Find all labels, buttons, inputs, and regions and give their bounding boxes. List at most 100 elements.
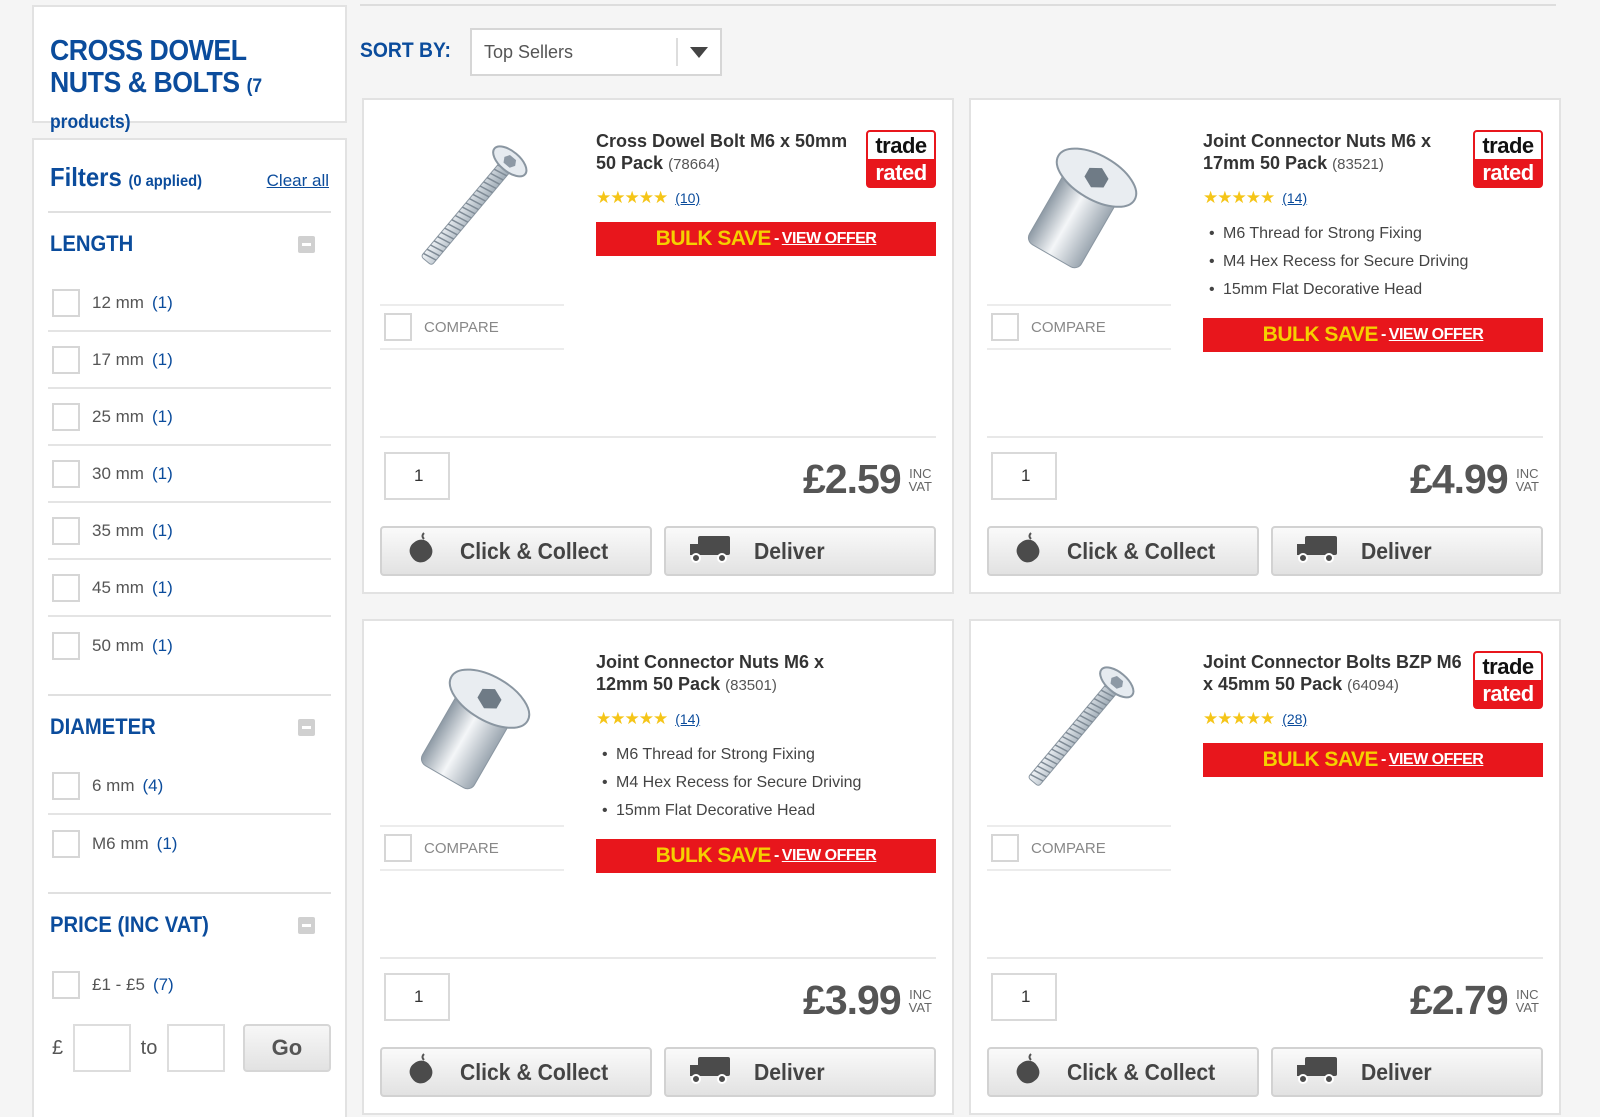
bulk-save-label: BULK SAVE [1262,323,1379,346]
compare-checkbox[interactable] [991,313,1019,341]
deliver-label: Deliver [754,1058,825,1085]
filters-title-text: Filters [50,162,122,192]
filter-checkbox[interactable] [52,829,80,858]
filter-checkbox[interactable] [52,573,80,602]
bulk-save-label: BULK SAVE [655,844,772,867]
collapse-icon[interactable] [298,718,315,736]
product-price: £2.59 INC VAT [803,456,932,503]
quantity-input[interactable]: 1 [384,973,450,1021]
filter-option[interactable]: M6 mm (1) [48,815,331,872]
filters-applied-count: (0 applied) [128,173,203,190]
filter-option[interactable]: 6 mm (4) [48,758,331,815]
quantity-input[interactable]: 1 [991,452,1057,500]
filter-option-count: (1) [151,292,173,312]
bulk-save-banner[interactable]: BULK SAVE - VIEW OFFER [1203,318,1543,352]
product-name: Joint Connector Nuts M6 x 12mm 50 Pack [596,652,825,694]
bulk-save-banner[interactable]: BULK SAVE - VIEW OFFER [1203,743,1543,777]
dropdown-arrow-icon[interactable] [690,47,708,58]
filter-checkbox[interactable] [52,516,80,545]
filter-option[interactable]: 12 mm (1) [48,275,331,332]
view-offer-link[interactable]: VIEW OFFER [782,847,877,865]
compare-toggle[interactable]: COMPARE [380,825,564,871]
deliver-button[interactable]: Deliver [664,1047,936,1097]
compare-toggle[interactable]: COMPARE [987,304,1171,350]
bulk-save-banner[interactable]: BULK SAVE - VIEW OFFER [596,222,936,256]
barrel-nut-icon[interactable] [989,118,1169,298]
quantity-input[interactable]: 1 [384,452,450,500]
filter-checkbox[interactable] [52,402,80,431]
dropdown-divider [676,38,678,66]
diameter-filter-header[interactable]: DIAMETER [48,696,331,758]
star-rating-icon: ★★★★★ [1203,188,1275,207]
product-name-link[interactable]: Joint Connector Nuts M6 x 12mm 50 Pack (… [596,651,936,697]
filter-option[interactable]: 25 mm (1) [48,389,331,446]
compare-toggle[interactable]: COMPARE [380,304,564,350]
filter-option[interactable]: 35 mm (1) [48,503,331,560]
reviews-link[interactable]: (14) [1282,190,1307,206]
bulk-save-label: BULK SAVE [655,227,772,250]
reviews-link[interactable]: (28) [1282,711,1307,727]
vat-label: INC VAT [1516,467,1539,493]
filter-option[interactable]: £1 - £5 (7) [48,956,331,1013]
quantity-input[interactable]: 1 [991,973,1057,1021]
click-collect-button[interactable]: Click & Collect [380,1047,652,1097]
product-feature: 15mm Flat Decorative Head [1203,276,1543,304]
filter-checkbox[interactable] [52,970,80,999]
top-divider [360,4,1556,6]
category-title: CROSS DOWEL NUTS & BOLTS [50,35,247,99]
deliver-button[interactable]: Deliver [1271,526,1543,576]
click-collect-button[interactable]: Click & Collect [987,526,1259,576]
bulk-save-separator: - [773,230,779,247]
filter-option-label: £1 - £5 [92,974,145,994]
barrel-nut-icon[interactable] [382,639,562,819]
compare-checkbox[interactable] [991,834,1019,862]
deliver-button[interactable]: Deliver [664,526,936,576]
trade-badge-top: trade [868,132,934,159]
price-go-button[interactable]: Go [242,1024,331,1072]
click-collect-label: Click & Collect [1067,1058,1216,1085]
filter-option[interactable]: 45 mm (1) [48,560,331,617]
filter-checkbox[interactable] [52,288,80,317]
view-offer-link[interactable]: VIEW OFFER [1389,751,1484,769]
sort-dropdown[interactable]: Top Sellers [470,28,722,76]
bolt-icon[interactable] [989,639,1169,819]
length-filter-header[interactable]: LENGTH [48,213,331,275]
product-price: £4.99 INC VAT [1410,456,1539,503]
deliver-button[interactable]: Deliver [1271,1047,1543,1097]
filter-option[interactable]: 30 mm (1) [48,446,331,503]
product-card: COMPARE Joint Connector Nuts M6 x 12mm 50… [362,619,954,1115]
filter-checkbox[interactable] [52,631,80,660]
reviews-link[interactable]: (14) [675,711,700,727]
price-max-input[interactable] [167,1024,225,1072]
click-collect-button[interactable]: Click & Collect [380,526,652,576]
vat-text: VAT [908,999,932,1015]
price-filter-header[interactable]: PRICE (INC VAT) [48,894,331,956]
clear-all-link[interactable]: Clear all [267,171,329,191]
filter-option-count: (1) [151,520,173,540]
product-name: Joint Connector Bolts BZP M6 x 45mm 50 P… [1203,652,1462,694]
product-rating: ★★★★★ (10) [596,188,936,208]
filters-header: Filters (0 applied) Clear all [48,140,331,213]
filter-option[interactable]: 17 mm (1) [48,332,331,389]
compare-toggle[interactable]: COMPARE [987,825,1171,871]
collapse-icon[interactable] [298,916,315,934]
reviews-link[interactable]: (10) [675,190,700,206]
product-features: M6 Thread for Strong FixingM4 Hex Recess… [1203,220,1543,304]
price-amount: £2.59 [803,456,902,502]
compare-checkbox[interactable] [384,313,412,341]
compare-checkbox[interactable] [384,834,412,862]
vat-label: INC VAT [909,988,932,1014]
filter-checkbox[interactable] [52,459,80,488]
bulk-save-banner[interactable]: BULK SAVE - VIEW OFFER [596,839,936,873]
view-offer-link[interactable]: VIEW OFFER [1389,326,1484,344]
bolt-icon[interactable] [382,118,562,298]
filter-checkbox[interactable] [52,771,80,800]
filter-checkbox[interactable] [52,345,80,374]
filter-option[interactable]: 50 mm (1) [48,617,331,674]
filters-panel: Filters (0 applied) Clear all LENGTH 12 … [32,138,347,1117]
view-offer-link[interactable]: VIEW OFFER [782,230,877,248]
click-collect-button[interactable]: Click & Collect [987,1047,1259,1097]
filter-option-label: 12 mm [92,292,144,312]
price-min-input[interactable] [73,1024,131,1072]
collapse-icon[interactable] [298,235,315,253]
